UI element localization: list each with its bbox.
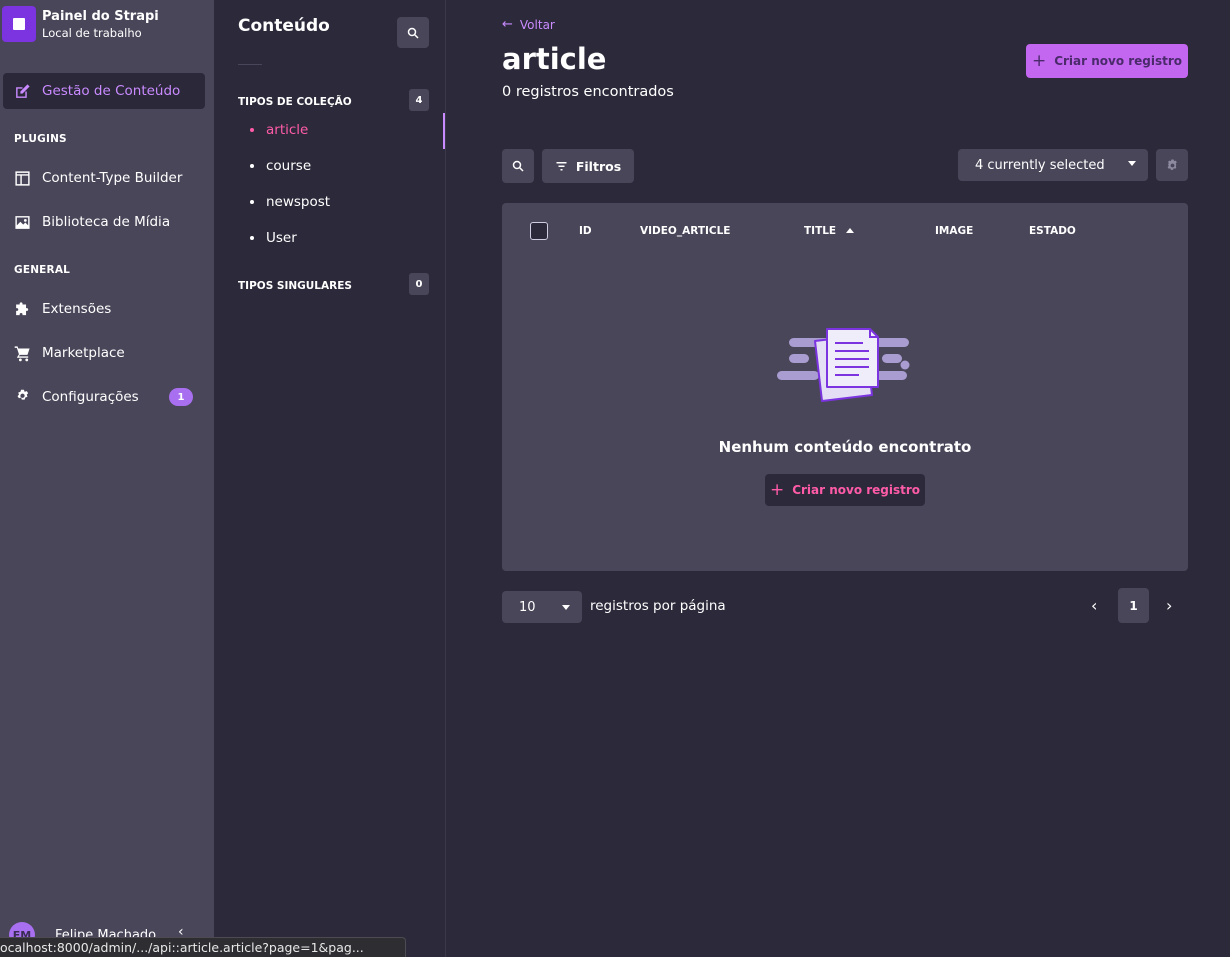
section-label-plugins: PLUGINS bbox=[14, 133, 67, 145]
subnav-title: Conteúdo bbox=[238, 16, 330, 36]
nav-item-label: Biblioteca de Mídia bbox=[42, 214, 171, 230]
empty-create-entry-button[interactable]: + Criar novo registro bbox=[765, 474, 925, 506]
subnav-item-course[interactable]: course bbox=[250, 158, 311, 174]
page-size-label: registros por página bbox=[590, 598, 726, 614]
cart-icon bbox=[13, 344, 31, 362]
single-types-count: 0 bbox=[409, 273, 429, 295]
sort-ascending-icon[interactable] bbox=[846, 228, 854, 233]
column-header-video-article[interactable]: VIDEO_ARTICLE bbox=[640, 225, 730, 237]
collection-types-count: 4 bbox=[409, 89, 429, 111]
empty-state-text: Nenhum conteúdo encontrato bbox=[718, 438, 972, 456]
entries-count: 0 registros encontrados bbox=[502, 84, 674, 100]
settings-notification-badge: 1 bbox=[169, 388, 193, 406]
plus-icon: + bbox=[1031, 51, 1047, 71]
strapi-logo-icon bbox=[2, 6, 36, 42]
next-page-button[interactable]: › bbox=[1166, 596, 1172, 615]
brand-subtitle: Local de trabalho bbox=[42, 25, 142, 40]
list-settings-button[interactable] bbox=[1156, 149, 1188, 181]
search-icon bbox=[512, 160, 524, 172]
entries-table: ID VIDEO_ARTICLE TITLE IMAGE ESTADO Nenh… bbox=[502, 203, 1188, 571]
brand-title: Painel do Strapi bbox=[42, 8, 159, 24]
nav-item-marketplace[interactable]: Marketplace bbox=[13, 344, 125, 362]
nav-item-label: Gestão de Conteúdo bbox=[42, 83, 181, 99]
main-sidebar: Painel do Strapi Local de trabalho Gestã… bbox=[0, 0, 214, 957]
filter-icon bbox=[556, 162, 567, 171]
subnav-item-article[interactable]: article bbox=[250, 122, 308, 138]
create-entry-button[interactable]: + Criar novo registro bbox=[1026, 44, 1188, 78]
nav-item-label: Configurações bbox=[42, 389, 139, 405]
nav-item-label: Extensões bbox=[42, 301, 112, 317]
status-bar-url: ocalhost:8000/admin/.../api::article.art… bbox=[0, 937, 406, 957]
filters-button[interactable]: Filtros bbox=[542, 149, 634, 183]
back-link[interactable]: ← Voltar bbox=[502, 17, 555, 32]
content-subnav: Conteúdo TIPOS DE COLEÇÃO 4 article cour… bbox=[214, 0, 446, 957]
column-header-status[interactable]: ESTADO bbox=[1029, 225, 1076, 237]
nav-item-content-type-builder[interactable]: Content-Type Builder bbox=[13, 169, 182, 187]
subnav-item-user[interactable]: User bbox=[250, 230, 297, 246]
gear-icon bbox=[13, 388, 31, 406]
subnav-search-button[interactable] bbox=[397, 17, 429, 48]
nav-item-media-library[interactable]: Biblioteca de Mídia bbox=[13, 213, 170, 231]
collection-types-label: TIPOS DE COLEÇÃO bbox=[238, 96, 352, 108]
gear-icon bbox=[1167, 159, 1177, 170]
nav-item-content-manager[interactable]: Gestão de Conteúdo bbox=[3, 73, 205, 109]
search-button[interactable] bbox=[502, 149, 534, 183]
plus-icon: + bbox=[769, 480, 785, 500]
layout-icon bbox=[13, 169, 31, 187]
column-header-image[interactable]: IMAGE bbox=[935, 225, 973, 237]
chevron-down-icon bbox=[1128, 161, 1136, 166]
select-all-checkbox[interactable] bbox=[530, 222, 548, 240]
chevron-down-icon bbox=[562, 605, 570, 610]
page-title: article bbox=[502, 42, 607, 76]
column-header-title[interactable]: TITLE bbox=[804, 225, 836, 237]
arrow-left-icon: ← bbox=[502, 17, 513, 32]
puzzle-icon bbox=[13, 300, 31, 318]
section-label-general: GENERAL bbox=[14, 264, 71, 276]
image-icon bbox=[13, 213, 31, 231]
column-header-id[interactable]: ID bbox=[579, 225, 592, 237]
search-icon bbox=[407, 27, 419, 39]
nav-item-settings[interactable]: Configurações bbox=[13, 388, 139, 406]
empty-documents-icon bbox=[777, 328, 910, 402]
subnav-divider bbox=[238, 64, 262, 65]
subnav-item-newspost[interactable]: newspost bbox=[250, 194, 330, 210]
nav-item-label: Content-Type Builder bbox=[42, 170, 183, 186]
brand[interactable]: Painel do Strapi Local de trabalho bbox=[2, 6, 159, 42]
displayed-columns-select[interactable]: 4 currently selected bbox=[958, 149, 1148, 181]
active-indicator bbox=[443, 113, 445, 149]
page-size-select[interactable]: 10 bbox=[502, 591, 582, 623]
current-page-button[interactable]: 1 bbox=[1118, 588, 1149, 623]
single-types-label: TIPOS SINGULARES bbox=[238, 280, 352, 292]
nav-item-label: Marketplace bbox=[42, 345, 125, 361]
pencil-icon bbox=[13, 82, 31, 100]
previous-page-button[interactable]: ‹ bbox=[1091, 596, 1097, 615]
nav-item-plugins[interactable]: Extensões bbox=[13, 300, 111, 318]
